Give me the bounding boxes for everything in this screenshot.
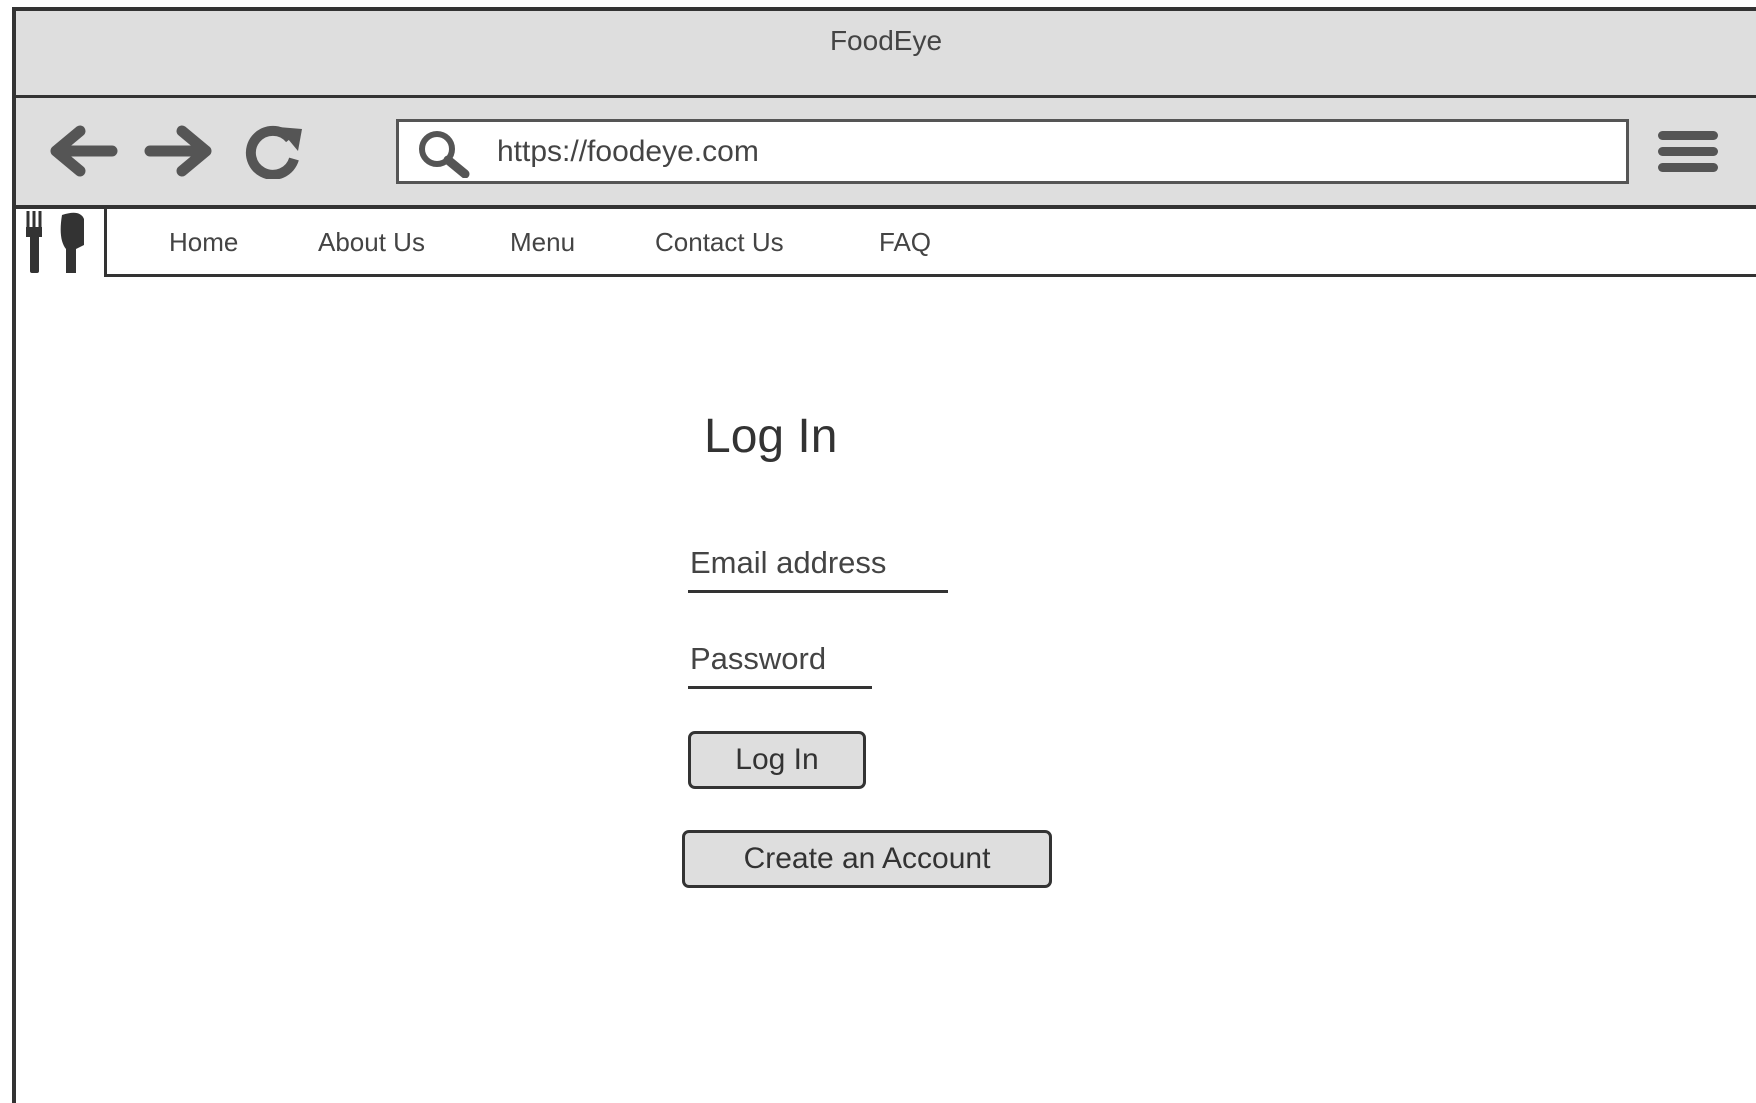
password-field[interactable]: Password [688,633,872,689]
browser-toolbar: https://foodeye.com [16,98,1756,209]
email-field[interactable]: Email address [688,537,948,593]
browser-window: FoodEye https://foodeye.com Home About U… [12,7,1756,1103]
nav-menu-link[interactable]: Menu [510,227,575,258]
nav-faq[interactable]: FAQ [879,227,931,258]
window-titlebar: FoodEye [16,11,1756,98]
password-label: Password [690,641,827,676]
hamburger-menu-icon[interactable] [1656,125,1720,179]
search-icon [413,128,473,178]
site-navbar: Home About Us Menu Contact Us FAQ [16,209,1756,279]
reload-icon[interactable] [238,123,308,179]
nav-menu: Home About Us Menu Contact Us FAQ [104,209,1756,277]
create-account-button[interactable]: Create an Account [682,830,1052,888]
forward-arrow-icon[interactable] [144,123,214,179]
login-panel: Log In Email address Password Log In Cre… [16,279,1756,1099]
url-text[interactable]: https://foodeye.com [497,135,759,169]
nav-home[interactable]: Home [169,227,238,258]
back-arrow-icon[interactable] [48,123,118,179]
nav-about-us[interactable]: About Us [318,227,425,258]
nav-contact-us[interactable]: Contact Us [655,227,784,258]
page-title: Log In [704,410,838,463]
fork-knife-icon[interactable] [20,209,94,275]
email-label: Email address [690,545,887,580]
login-button[interactable]: Log In [688,731,866,789]
window-title: FoodEye [829,25,943,56]
address-bar[interactable]: https://foodeye.com [396,119,1629,184]
